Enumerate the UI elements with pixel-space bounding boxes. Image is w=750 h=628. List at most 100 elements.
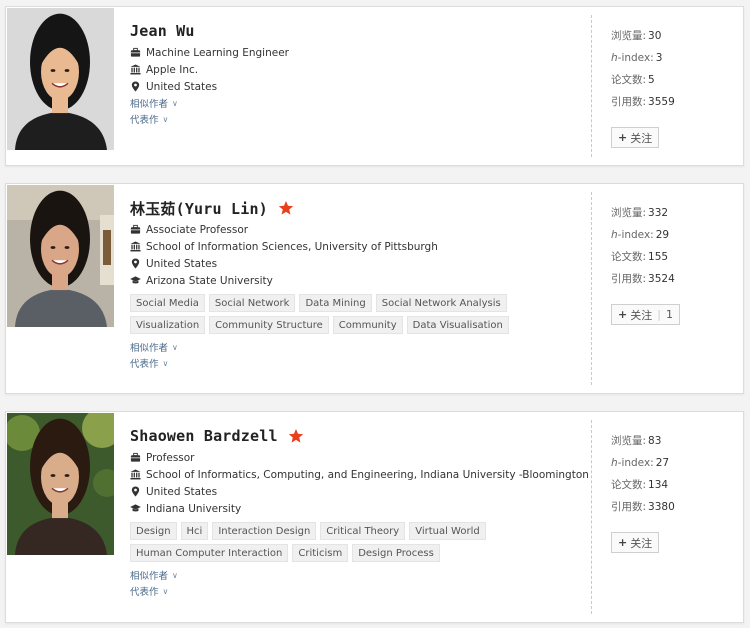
star-icon — [278, 201, 294, 215]
location-text: United States — [146, 257, 218, 270]
title-line: Professor — [130, 449, 590, 466]
tag[interactable]: Interaction Design — [212, 522, 317, 540]
stat-views: 浏览量: 30 — [611, 30, 662, 42]
title-line: Associate Professor — [130, 221, 590, 238]
education-text: Arizona State University — [146, 274, 273, 287]
graduation-cap-icon — [130, 503, 142, 515]
star-icon — [288, 429, 303, 443]
author-card: Shaowen Bardzell Professor School of Inf… — [5, 411, 744, 623]
stat-citations: 引用数: 3380 — [611, 501, 675, 513]
follow-button[interactable]: + 关注 — [611, 127, 660, 148]
representative-works-dropdown[interactable]: 代表作 ∨ — [130, 111, 590, 127]
tag[interactable]: Criticism — [292, 544, 349, 562]
chevron-down-icon: ∨ — [172, 342, 178, 352]
representative-works-dropdown[interactable]: 代表作 ∨ — [130, 355, 590, 371]
stat-h-index: h-index: 27 — [611, 457, 670, 469]
author-card: 林玉茹(Yuru Lin) Associate Professor School… — [5, 183, 744, 394]
map-pin-icon — [130, 257, 142, 270]
tag[interactable]: Social Network Analysis — [375, 294, 507, 312]
author-name[interactable]: 林玉茹(Yuru Lin) — [130, 198, 268, 219]
divider — [591, 192, 592, 385]
author-name-row: Shaowen Bardzell — [130, 426, 590, 446]
title-text: Machine Learning Engineer — [146, 46, 289, 59]
tag[interactable]: Community Structure — [209, 316, 329, 334]
tag[interactable]: Hci — [180, 522, 209, 540]
education-line: Arizona State University — [130, 272, 590, 289]
org-line: Apple Inc. — [130, 61, 590, 78]
author-name-row: Jean Wu — [130, 21, 590, 41]
avatar-frame[interactable] — [7, 185, 114, 327]
tag[interactable]: Social Media — [130, 294, 205, 312]
chevron-down-icon: ∨ — [162, 586, 169, 596]
tag[interactable]: Data Mining — [299, 294, 372, 312]
institution-icon — [130, 240, 142, 253]
graduation-cap-icon — [130, 275, 142, 287]
avatar — [7, 413, 114, 555]
author-info: 林玉茹(Yuru Lin) Associate Professor School… — [130, 198, 590, 371]
education-line: Indiana University — [130, 500, 590, 517]
author-info: Shaowen Bardzell Professor School of Inf… — [130, 426, 590, 599]
stat-h-index: h-index: 29 — [611, 229, 670, 241]
stat-papers: 论文数: 155 — [611, 251, 669, 263]
follower-count: 1 — [665, 308, 673, 321]
chevron-down-icon: ∨ — [172, 570, 178, 580]
location-text: United States — [146, 485, 218, 498]
institution-icon — [130, 63, 142, 76]
tag[interactable]: Community — [332, 316, 403, 334]
stat-papers: 论文数: 5 — [611, 74, 655, 86]
location-line: United States — [130, 255, 590, 272]
plus-icon: + — [618, 536, 628, 549]
stat-h-index: h-index: 3 — [611, 52, 663, 64]
tag[interactable]: Design — [130, 522, 177, 540]
org-text: School of Informatics, Computing, and En… — [146, 468, 589, 481]
org-line: School of Informatics, Computing, and En… — [130, 466, 590, 483]
tag[interactable]: Social Network — [208, 294, 296, 312]
map-pin-icon — [130, 485, 142, 498]
follow-button[interactable]: + 关注 | 1 — [611, 304, 680, 325]
briefcase-icon — [130, 452, 142, 464]
author-name[interactable]: Shaowen Bardzell — [130, 427, 278, 445]
stat-papers: 论文数: 134 — [611, 479, 669, 491]
institution-icon — [130, 468, 142, 481]
author-stats: 浏览量: 83 h-index: 27 论文数: 134 引用数: 3380 + 关注 — [611, 430, 731, 553]
tag[interactable]: Critical Theory — [320, 522, 406, 540]
divider — [591, 420, 592, 614]
tag-list: Social Media Social Network Data Mining Soc… — [130, 294, 580, 338]
tag[interactable]: Visualization — [130, 316, 206, 334]
author-stats: 浏览量: 332 h-index: 29 论文数: 155 引用数: 3524 + 关注… — [611, 202, 731, 325]
education-text: Indiana University — [146, 502, 242, 515]
chevron-down-icon: ∨ — [162, 114, 169, 124]
briefcase-icon — [130, 47, 142, 59]
stat-citations: 引用数: 3524 — [611, 273, 675, 285]
author-info: Jean Wu Machine Learning Engineer Apple … — [130, 21, 590, 127]
avatar-frame[interactable] — [7, 413, 114, 555]
location-text: United States — [146, 80, 218, 93]
tag[interactable]: Human Computer Interaction — [130, 544, 289, 562]
org-text: School of Information Sciences, Universi… — [146, 240, 438, 253]
follow-button[interactable]: + 关注 — [611, 532, 660, 553]
plus-icon: + — [618, 308, 628, 321]
org-text: Apple Inc. — [146, 63, 199, 76]
author-stats: 浏览量: 30 h-index: 3 论文数: 5 引用数: 3559 + 关注 — [611, 25, 731, 148]
similar-authors-dropdown[interactable]: 相似作者 ∨ — [130, 95, 590, 111]
similar-authors-dropdown[interactable]: 相似作者 ∨ — [130, 567, 590, 583]
tag-list: Design Hci Interaction Design Critical Theo… — [130, 522, 580, 566]
similar-authors-dropdown[interactable]: 相似作者 ∨ — [130, 339, 590, 355]
avatar — [7, 185, 114, 327]
author-name[interactable]: Jean Wu — [130, 22, 195, 40]
avatar — [7, 8, 114, 150]
stat-citations: 引用数: 3559 — [611, 96, 675, 108]
avatar-frame[interactable] — [7, 8, 114, 150]
plus-icon: + — [618, 131, 628, 144]
tag[interactable]: Data Visualisation — [406, 316, 509, 334]
stat-views: 浏览量: 83 — [611, 435, 662, 447]
tag[interactable]: Design Process — [352, 544, 440, 562]
briefcase-icon — [130, 224, 142, 236]
divider — [591, 15, 592, 157]
map-pin-icon — [130, 80, 142, 93]
stat-views: 浏览量: 332 — [611, 207, 669, 219]
representative-works-dropdown[interactable]: 代表作 ∨ — [130, 583, 590, 599]
chevron-down-icon: ∨ — [162, 358, 169, 368]
tag[interactable]: Virtual World — [409, 522, 486, 540]
title-text: Professor — [146, 451, 195, 464]
